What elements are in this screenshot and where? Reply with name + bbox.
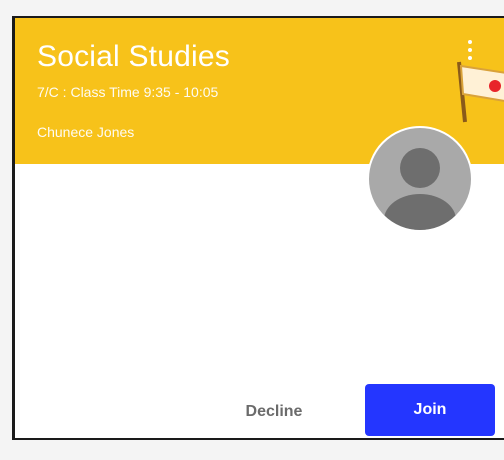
join-button[interactable]: Join bbox=[365, 384, 495, 436]
flag-icon bbox=[457, 61, 504, 123]
default-avatar-icon bbox=[367, 126, 473, 232]
class-title: Social Studies bbox=[37, 40, 230, 73]
card-bottom-border bbox=[15, 438, 504, 440]
decline-button[interactable]: Decline bbox=[219, 392, 329, 432]
class-invite-card: Social Studies 7/C : Class Time 9:35 - 1… bbox=[12, 16, 504, 440]
class-time: 7/C : Class Time 9:35 - 10:05 bbox=[37, 84, 219, 100]
teacher-name: Chunece Jones bbox=[37, 124, 135, 140]
